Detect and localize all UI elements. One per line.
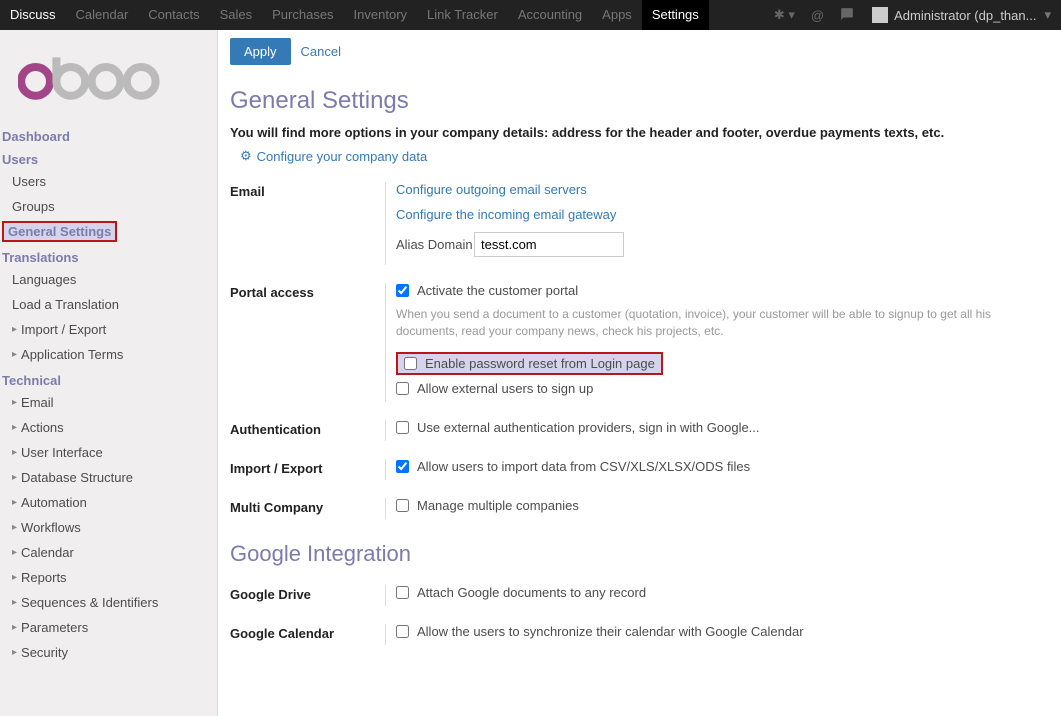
multicompany-checkbox[interactable]: [396, 499, 409, 512]
allow-import-checkbox[interactable]: [396, 460, 409, 473]
gdrive-label: Attach Google documents to any record: [417, 585, 646, 600]
portal-section-label: Portal access: [230, 283, 385, 402]
allow-import-label: Allow users to import data from CSV/XLS/…: [417, 459, 750, 474]
outgoing-email-link[interactable]: Configure outgoing email servers: [396, 182, 587, 197]
caret-right-icon: ▸: [12, 572, 17, 583]
topnav-item-accounting[interactable]: Accounting: [508, 0, 592, 30]
user-name: Administrator (dp_than...: [894, 8, 1036, 23]
topnav-item-discuss[interactable]: Discuss: [0, 0, 66, 30]
bug-icon[interactable]: ✱ ▾: [766, 7, 803, 23]
sidebar-item-automation[interactable]: ▸Automation: [0, 490, 217, 515]
chat-icon[interactable]: [832, 7, 862, 24]
apply-button[interactable]: Apply: [230, 38, 291, 65]
sidebar: DashboardUsersUsersGroupsGeneral Setting…: [0, 30, 218, 716]
allow-signup-label: Allow external users to sign up: [417, 381, 593, 396]
logo: [0, 30, 217, 123]
alias-domain-label: Alias Domain: [396, 237, 474, 252]
caret-right-icon: ▸: [12, 349, 17, 360]
action-bar: Apply Cancel: [218, 30, 1061, 73]
gcal-checkbox[interactable]: [396, 625, 409, 638]
content: Apply Cancel General Settings You will f…: [218, 30, 1061, 716]
sidebar-item-actions[interactable]: ▸Actions: [0, 415, 217, 440]
caret-right-icon: ▸: [12, 647, 17, 658]
import-section-label: Import / Export: [230, 459, 385, 480]
config-company-link[interactable]: ⚙ Configure your company data: [240, 148, 427, 164]
activate-portal-checkbox[interactable]: [396, 284, 409, 297]
topnav-item-purchases[interactable]: Purchases: [262, 0, 343, 30]
caret-right-icon: ▸: [12, 622, 17, 633]
gdrive-checkbox[interactable]: [396, 586, 409, 599]
sidebar-item-languages[interactable]: Languages: [0, 267, 217, 292]
sidebar-section-translations[interactable]: Translations: [0, 244, 217, 267]
caret-right-icon: ▸: [12, 447, 17, 458]
sidebar-section-dashboard[interactable]: Dashboard: [0, 123, 217, 146]
sidebar-section-users[interactable]: Users: [0, 146, 217, 169]
multicompany-section-label: Multi Company: [230, 498, 385, 519]
enable-password-reset-label: Enable password reset from Login page: [425, 356, 655, 371]
gdrive-section-label: Google Drive: [230, 585, 385, 606]
sidebar-item-parameters[interactable]: ▸Parameters: [0, 615, 217, 640]
sidebar-section-technical[interactable]: Technical: [0, 367, 217, 390]
external-auth-label: Use external authentication providers, s…: [417, 420, 760, 435]
avatar: [872, 7, 888, 23]
sidebar-item-email[interactable]: ▸Email: [0, 390, 217, 415]
top-nav: DiscussCalendarContactsSalesPurchasesInv…: [0, 0, 1061, 30]
caret-down-icon: ▾: [1044, 7, 1051, 23]
google-integration-title: Google Integration: [230, 541, 1049, 567]
caret-right-icon: ▸: [12, 397, 17, 408]
user-menu[interactable]: Administrator (dp_than... ▾: [862, 7, 1061, 23]
email-section-label: Email: [230, 182, 385, 265]
topnav-item-calendar[interactable]: Calendar: [66, 0, 139, 30]
sidebar-item-calendar[interactable]: ▸Calendar: [0, 540, 217, 565]
topnav-item-settings[interactable]: Settings: [642, 0, 709, 30]
topnav-item-apps[interactable]: Apps: [592, 0, 642, 30]
caret-right-icon: ▸: [12, 547, 17, 558]
enable-password-reset-checkbox[interactable]: [404, 357, 417, 370]
sidebar-item-security[interactable]: ▸Security: [0, 640, 217, 665]
sidebar-item-load-a-translation[interactable]: Load a Translation: [0, 292, 217, 317]
caret-right-icon: ▸: [12, 324, 17, 335]
caret-right-icon: ▸: [12, 597, 17, 608]
multicompany-label: Manage multiple companies: [417, 498, 579, 513]
alias-domain-input[interactable]: [474, 232, 624, 257]
portal-help-text: When you send a document to a customer (…: [396, 306, 1049, 340]
sidebar-item-groups[interactable]: Groups: [0, 194, 217, 219]
topnav-item-sales[interactable]: Sales: [210, 0, 263, 30]
incoming-email-link[interactable]: Configure the incoming email gateway: [396, 207, 616, 222]
caret-right-icon: ▸: [12, 497, 17, 508]
auth-section-label: Authentication: [230, 420, 385, 441]
sidebar-item-import-export[interactable]: ▸Import / Export: [0, 317, 217, 342]
caret-right-icon: ▸: [12, 422, 17, 433]
topnav-item-inventory[interactable]: Inventory: [344, 0, 417, 30]
caret-right-icon: ▸: [12, 522, 17, 533]
sidebar-item-users[interactable]: Users: [0, 169, 217, 194]
sidebar-item-user-interface[interactable]: ▸User Interface: [0, 440, 217, 465]
at-icon[interactable]: @: [803, 8, 832, 23]
activate-portal-label: Activate the customer portal: [417, 283, 578, 298]
sidebar-item-workflows[interactable]: ▸Workflows: [0, 515, 217, 540]
gear-icon: ⚙: [240, 148, 252, 164]
gcal-label: Allow the users to synchronize their cal…: [417, 624, 804, 639]
page-title: General Settings: [230, 87, 1049, 115]
caret-right-icon: ▸: [12, 472, 17, 483]
sidebar-item-database-structure[interactable]: ▸Database Structure: [0, 465, 217, 490]
sidebar-section-general-settings[interactable]: General Settings: [2, 221, 117, 242]
gcal-section-label: Google Calendar: [230, 624, 385, 645]
sidebar-item-reports[interactable]: ▸Reports: [0, 565, 217, 590]
cancel-button[interactable]: Cancel: [301, 44, 341, 59]
external-auth-checkbox[interactable]: [396, 421, 409, 434]
topnav-item-contacts[interactable]: Contacts: [138, 0, 209, 30]
sidebar-item-application-terms[interactable]: ▸Application Terms: [0, 342, 217, 367]
allow-signup-checkbox[interactable]: [396, 382, 409, 395]
sidebar-item-sequences-identifiers[interactable]: ▸Sequences & Identifiers: [0, 590, 217, 615]
topnav-item-link-tracker[interactable]: Link Tracker: [417, 0, 508, 30]
page-subtitle: You will find more options in your compa…: [230, 125, 1049, 140]
